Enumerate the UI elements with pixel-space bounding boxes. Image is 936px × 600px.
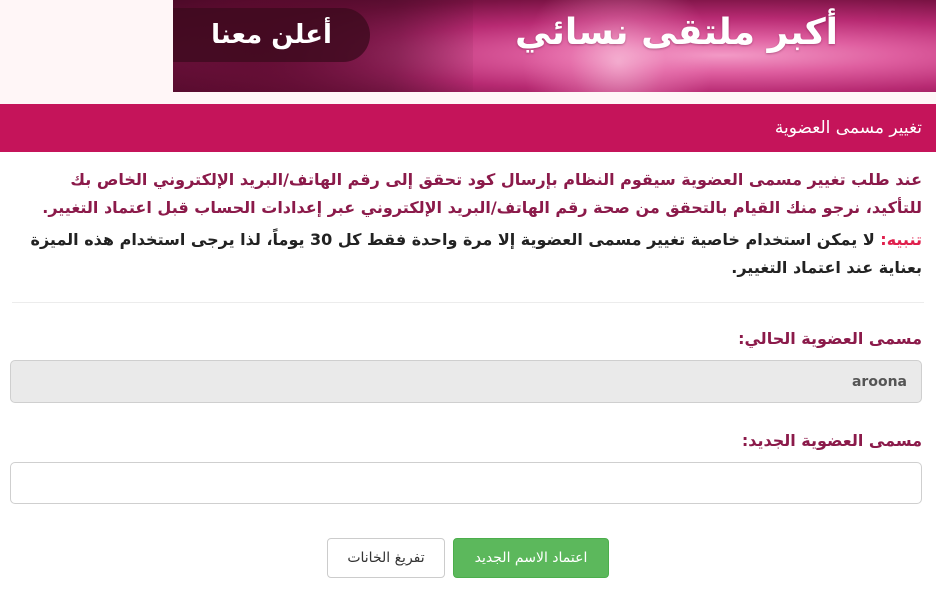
- warning-text: لا يمكن استخدام خاصية تغيير مسمى العضوية…: [30, 230, 922, 277]
- submit-new-name-button[interactable]: اعتماد الاسم الجديد: [453, 538, 609, 578]
- change-username-panel: تغيير مسمى العضوية عند طلب تغيير مسمى ال…: [0, 104, 936, 600]
- warning-notice: تنبيه: لا يمكن استخدام خاصية تغيير مسمى …: [14, 226, 922, 282]
- panel-title: تغيير مسمى العضوية: [774, 118, 922, 138]
- panel-header: تغيير مسمى العضوية: [0, 104, 936, 152]
- banner-headline: أكبر ملتقى نسائي: [514, 12, 838, 53]
- new-username-label: مسمى العضوية الجديد:: [741, 431, 922, 450]
- verification-notice: عند طلب تغيير مسمى العضوية سيقوم النظام …: [42, 170, 922, 217]
- new-username-input[interactable]: [10, 462, 922, 504]
- warning-label: تنبيه:: [880, 230, 922, 249]
- advertise-with-us-button[interactable]: أعلن معنا: [173, 8, 370, 62]
- divider: [12, 302, 924, 303]
- current-username-field: [10, 360, 922, 403]
- ad-banner[interactable]: أكبر ملتقى نسائي أعلن معنا: [173, 0, 936, 92]
- current-username-label: مسمى العضوية الحالي:: [738, 329, 922, 348]
- clear-fields-button[interactable]: تفريغ الخانات: [327, 538, 445, 578]
- form-actions: اعتماد الاسم الجديد تفريغ الخانات: [0, 538, 936, 578]
